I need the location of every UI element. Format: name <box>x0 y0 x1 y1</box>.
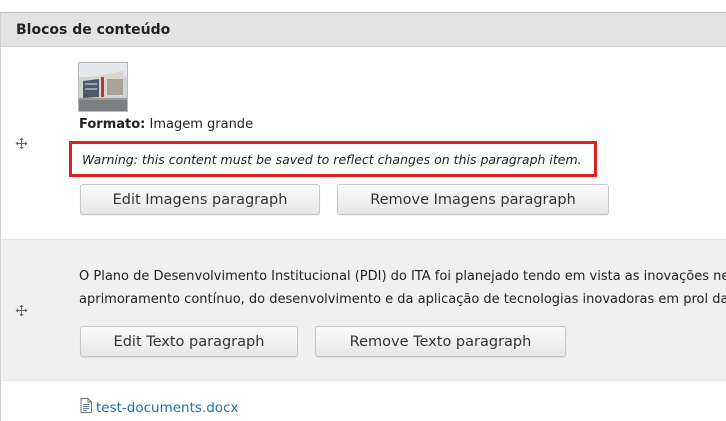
edit-texto-paragraph-button[interactable]: Edit Texto paragraph <box>80 326 298 357</box>
file-attachment: test-documents.docx <box>80 398 238 417</box>
paragraph-item-text: O Plano de Desenvolvimento Institucional… <box>1 240 726 381</box>
format-value: Imagem grande <box>149 117 254 132</box>
drag-handle-icon[interactable] <box>15 304 28 317</box>
warning-text: Warning: this content must be saved to r… <box>82 151 582 167</box>
section-header: Blocos de conteúdo <box>1 13 726 47</box>
content-blocks-panel: Blocos de conteúdo Formato: Imagem grand… <box>0 12 726 421</box>
section-title: Blocos de conteúdo <box>16 21 171 38</box>
paragraph-item-file: test-documents.docx <box>1 381 726 421</box>
remove-texto-paragraph-button[interactable]: Remove Texto paragraph <box>315 326 566 357</box>
text-line: O Plano de Desenvolvimento Institucional… <box>79 269 726 284</box>
image-format: Formato: Imagem grande <box>79 117 253 132</box>
unsaved-warning: Warning: this content must be saved to r… <box>69 141 597 177</box>
paragraph-item-images: Formato: Imagem grande Warning: this con… <box>1 47 726 240</box>
image-thumbnail[interactable] <box>78 62 128 112</box>
text-line: aprimoramento contínuo, do desenvolvimen… <box>79 292 726 307</box>
drag-handle-icon[interactable] <box>15 137 28 150</box>
format-label: Formato: <box>79 117 146 132</box>
edit-imagens-paragraph-button[interactable]: Edit Imagens paragraph <box>80 184 320 215</box>
file-link[interactable]: test-documents.docx <box>96 400 238 416</box>
document-icon <box>80 398 92 417</box>
remove-imagens-paragraph-button[interactable]: Remove Imagens paragraph <box>337 184 609 215</box>
